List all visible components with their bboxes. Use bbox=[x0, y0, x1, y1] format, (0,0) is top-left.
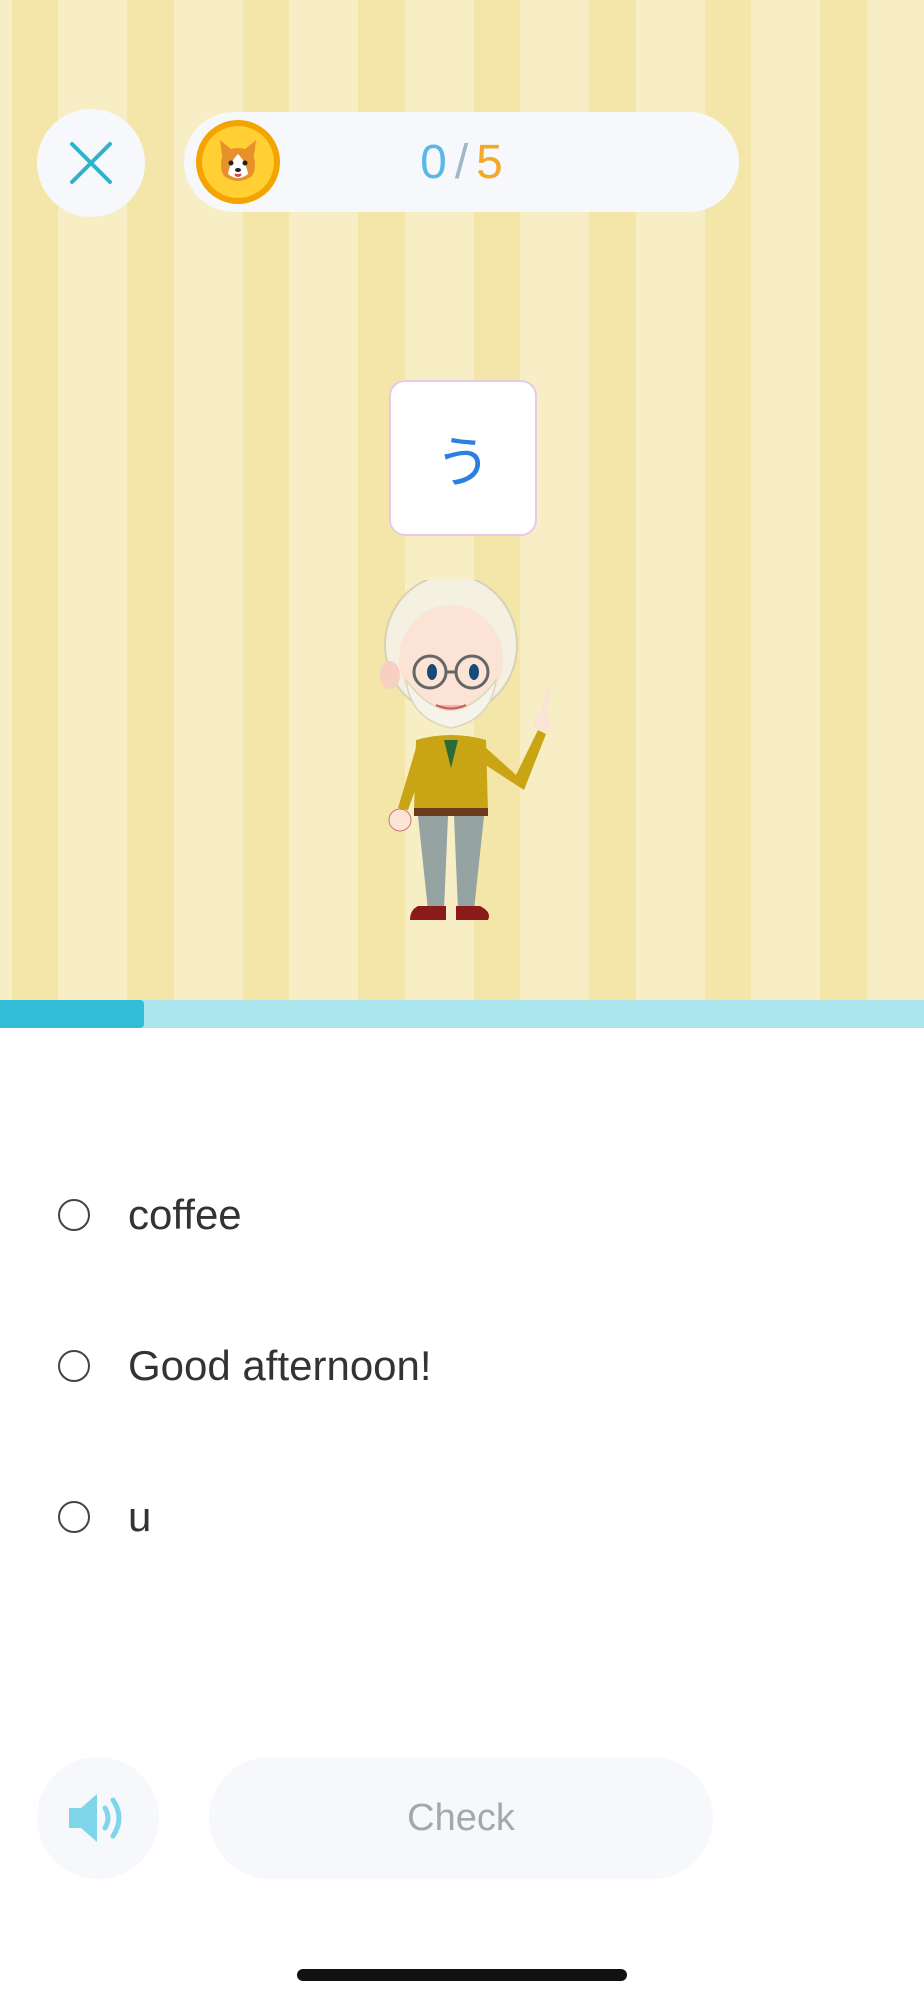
option-coffee[interactable]: coffee bbox=[58, 1170, 878, 1260]
score-total: 5 bbox=[476, 135, 503, 189]
radio-button[interactable] bbox=[58, 1501, 90, 1533]
option-label: coffee bbox=[128, 1191, 242, 1238]
speaker-button[interactable] bbox=[37, 1757, 159, 1879]
option-good-afternoon[interactable]: Good afternoon! bbox=[58, 1321, 878, 1411]
option-u[interactable]: u bbox=[58, 1472, 878, 1562]
close-button[interactable] bbox=[37, 109, 145, 217]
speaker-icon bbox=[69, 1794, 122, 1842]
score-current: 0 bbox=[420, 135, 447, 189]
score-separator: / bbox=[454, 135, 469, 189]
home-indicator bbox=[297, 1969, 627, 1981]
teacher-character-illustration bbox=[380, 580, 551, 920]
option-label: Good afternoon! bbox=[128, 1342, 432, 1389]
score-counter: 0 / 5 bbox=[184, 112, 739, 212]
check-button[interactable]: Check bbox=[209, 1757, 713, 1879]
lesson-scene: 0 / 5 う bbox=[0, 0, 924, 1000]
lesson-progress-bar bbox=[0, 1000, 924, 1028]
close-icon bbox=[70, 142, 112, 184]
kana-prompt-card: う bbox=[389, 380, 537, 536]
option-label: u bbox=[128, 1493, 152, 1540]
radio-button[interactable] bbox=[58, 1350, 90, 1382]
radio-button[interactable] bbox=[58, 1199, 90, 1231]
lesson-progress-fill bbox=[0, 1000, 145, 1028]
